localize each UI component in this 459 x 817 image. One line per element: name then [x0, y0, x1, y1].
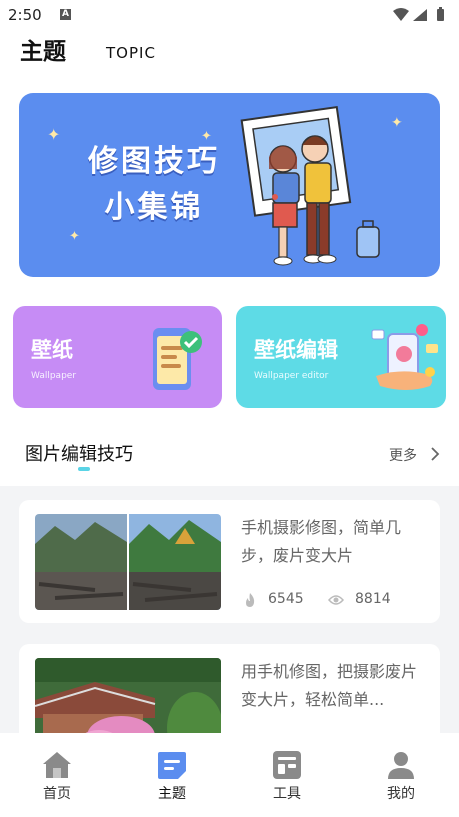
tab-profile[interactable]: 我的 [344, 733, 458, 817]
section-title: 图片编辑技巧 [25, 444, 133, 465]
tab-topic-label: 主题 [158, 786, 186, 802]
section-underline [78, 467, 90, 471]
status-bar: 2:50 A [0, 0, 459, 30]
topic-icon [158, 752, 186, 779]
phone-check-icon [153, 328, 202, 390]
article-title: 用手机修图，把摄影废片变大片，轻松简单... [241, 662, 418, 709]
banner-title-line1: 修图技巧 [88, 144, 220, 179]
banner-title-line2: 小集锦 [104, 190, 204, 225]
wallpaper-editor-card[interactable]: 壁纸编辑 Wallpaper editor [236, 306, 446, 408]
wallpaper-card[interactable]: 壁纸 Wallpaper [13, 306, 222, 408]
like-count: 6545 [268, 591, 304, 607]
wallpaper-card-title: 壁纸 [31, 338, 73, 362]
tab-home-label: 首页 [43, 786, 71, 802]
bottom-tab-bar: 首页 主题 工具 我的 [0, 733, 459, 817]
article-thumbnail [35, 514, 221, 610]
page-subtitle: TOPIC [106, 44, 156, 62]
battery-icon [437, 9, 444, 21]
tools-icon [273, 751, 301, 779]
sparkle-icon: ✦ [69, 229, 80, 244]
more-link[interactable]: 更多 [389, 445, 417, 465]
chevron-right-icon[interactable] [430, 446, 440, 462]
tab-home[interactable]: 首页 [0, 733, 114, 817]
sparkle-icon: ✦ [47, 125, 61, 144]
sparkle-icon: ✦ [391, 115, 403, 131]
banner[interactable]: ✦ ✦ ✦ ✦ 修图技巧 小集锦 [19, 93, 440, 277]
article-title: 手机摄影修图，简单几步，废片变大片 [241, 518, 402, 565]
wifi-icon [393, 8, 409, 21]
tab-profile-label: 我的 [387, 786, 415, 802]
home-icon [43, 752, 71, 778]
tab-tools-label: 工具 [273, 786, 301, 802]
tab-tools[interactable]: 工具 [230, 733, 344, 817]
signal-icon [413, 9, 427, 21]
tab-topic[interactable]: 主题 [115, 733, 229, 817]
article-card[interactable]: 手机摄影修图，简单几步，废片变大片 6545 8814 [19, 500, 440, 623]
view-count: 8814 [355, 591, 391, 607]
page-title: 主题 [20, 39, 66, 65]
phone-in-hand-icon [371, 324, 438, 390]
couple-photo-frame-illustration [240, 106, 380, 266]
banner-title: 修图技巧 小集锦 [69, 139, 239, 231]
notification-a-icon: A [60, 9, 71, 20]
fire-icon [246, 593, 255, 607]
eye-icon [328, 595, 344, 605]
page-header: 主题 TOPIC [0, 30, 459, 86]
wallpaper-editor-card-subtitle: Wallpaper editor [254, 371, 329, 381]
profile-icon [388, 752, 414, 779]
status-icons [391, 7, 449, 27]
wallpaper-editor-card-title: 壁纸编辑 [254, 338, 338, 362]
status-time: 2:50 [8, 6, 42, 24]
wallpaper-card-subtitle: Wallpaper [31, 371, 77, 381]
